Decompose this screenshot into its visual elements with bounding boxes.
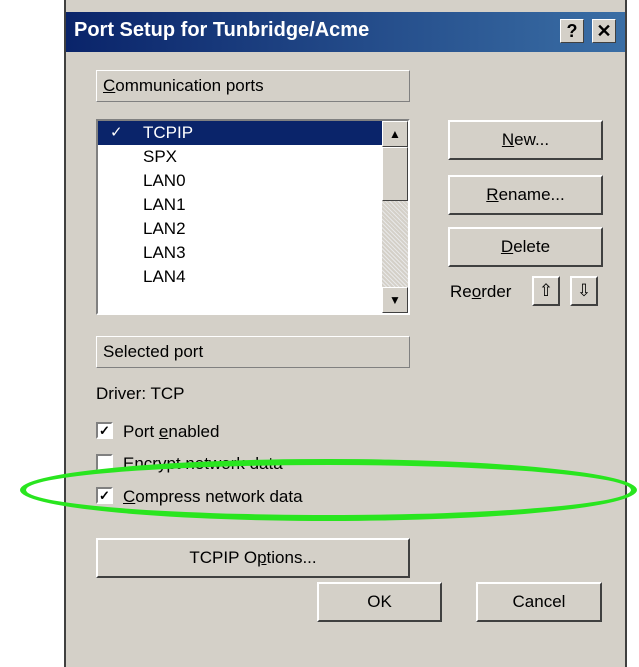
communication-ports-header: Communication ports: [96, 70, 410, 102]
reorder-label: Reorder: [450, 282, 511, 302]
list-item[interactable]: LAN2: [98, 217, 382, 241]
triangle-down-icon: ▼: [389, 293, 401, 307]
selected-port-header: Selected port: [96, 336, 410, 368]
ports-listbox[interactable]: ✓ TCPIP SPX LAN0 LAN1 LAN2 LAN3 LAN4 ▲ ▼: [96, 119, 410, 315]
list-item[interactable]: LAN1: [98, 193, 382, 217]
help-button[interactable]: ?: [560, 19, 584, 43]
checkmark-icon: ✓: [110, 124, 123, 141]
arrow-up-icon: ⇧: [538, 281, 554, 300]
list-item-label: TCPIP: [143, 123, 194, 142]
triangle-up-icon: ▲: [389, 127, 401, 141]
tcpip-options-label-start: TCPIP O: [189, 548, 258, 567]
vertical-scrollbar[interactable]: ▲ ▼: [382, 121, 408, 313]
list-item-label: LAN4: [143, 267, 186, 286]
rename-label: ename...: [498, 185, 565, 204]
new-label: ew...: [514, 130, 550, 149]
communication-ports-label: ommunication ports: [115, 76, 264, 95]
port-enabled-label-start: Port: [123, 422, 159, 441]
tcpip-options-label-end: tions...: [266, 548, 317, 567]
new-button[interactable]: New...: [448, 120, 603, 160]
rename-button[interactable]: Rename...: [448, 175, 603, 215]
tcpip-options-button[interactable]: TCPIP Options...: [96, 538, 410, 578]
title-bar[interactable]: Port Setup for Tunbridge/Acme ? ✕: [66, 12, 625, 52]
move-down-button[interactable]: ⇩: [570, 276, 598, 306]
driver-label: Driver: TCP: [96, 384, 185, 403]
checkbox-box[interactable]: ✓: [96, 422, 113, 440]
list-item[interactable]: ✓ TCPIP: [98, 121, 382, 145]
list-item[interactable]: SPX: [98, 145, 382, 169]
arrow-down-icon: ⇩: [576, 281, 592, 300]
highlight-ellipse: [20, 459, 637, 521]
rename-mnemonic: R: [486, 185, 499, 204]
ports-list: ✓ TCPIP SPX LAN0 LAN1 LAN2 LAN3 LAN4: [98, 121, 382, 313]
scroll-down-button[interactable]: ▼: [382, 287, 408, 313]
scroll-up-button[interactable]: ▲: [382, 121, 408, 147]
port-enabled-checkbox[interactable]: ✓ Port enabled: [96, 419, 219, 445]
delete-label: elete: [513, 237, 551, 256]
communication-ports-mnemonic: C: [103, 76, 116, 95]
reorder-mnemonic: o: [471, 282, 482, 301]
port-setup-dialog: Port Setup for Tunbridge/Acme ? ✕ Commun…: [64, 0, 627, 667]
close-button[interactable]: ✕: [592, 19, 616, 43]
reorder-label-end: rder: [481, 282, 512, 301]
port-enabled-mnemonic: e: [158, 422, 169, 441]
list-item[interactable]: LAN4: [98, 265, 382, 289]
delete-button[interactable]: Delete: [448, 227, 603, 267]
list-item-label: LAN1: [143, 195, 186, 214]
new-mnemonic: N: [501, 130, 515, 149]
list-item-label: LAN2: [143, 219, 186, 238]
list-item[interactable]: LAN0: [98, 169, 382, 193]
scroll-thumb[interactable]: [382, 147, 408, 201]
list-item-label: LAN3: [143, 243, 186, 262]
port-enabled-label-end: nabled: [168, 422, 220, 441]
list-item-label: LAN0: [143, 171, 186, 190]
dialog-title: Port Setup for Tunbridge/Acme: [74, 19, 370, 41]
list-item[interactable]: LAN3: [98, 241, 382, 265]
reorder-label-start: Re: [450, 282, 472, 301]
move-up-button[interactable]: ⇧: [532, 276, 560, 306]
cancel-button[interactable]: Cancel: [476, 582, 602, 622]
delete-mnemonic: D: [500, 237, 514, 256]
ok-button[interactable]: OK: [317, 582, 442, 622]
list-item-label: SPX: [143, 147, 178, 166]
tcpip-options-mnemonic: p: [257, 548, 267, 567]
